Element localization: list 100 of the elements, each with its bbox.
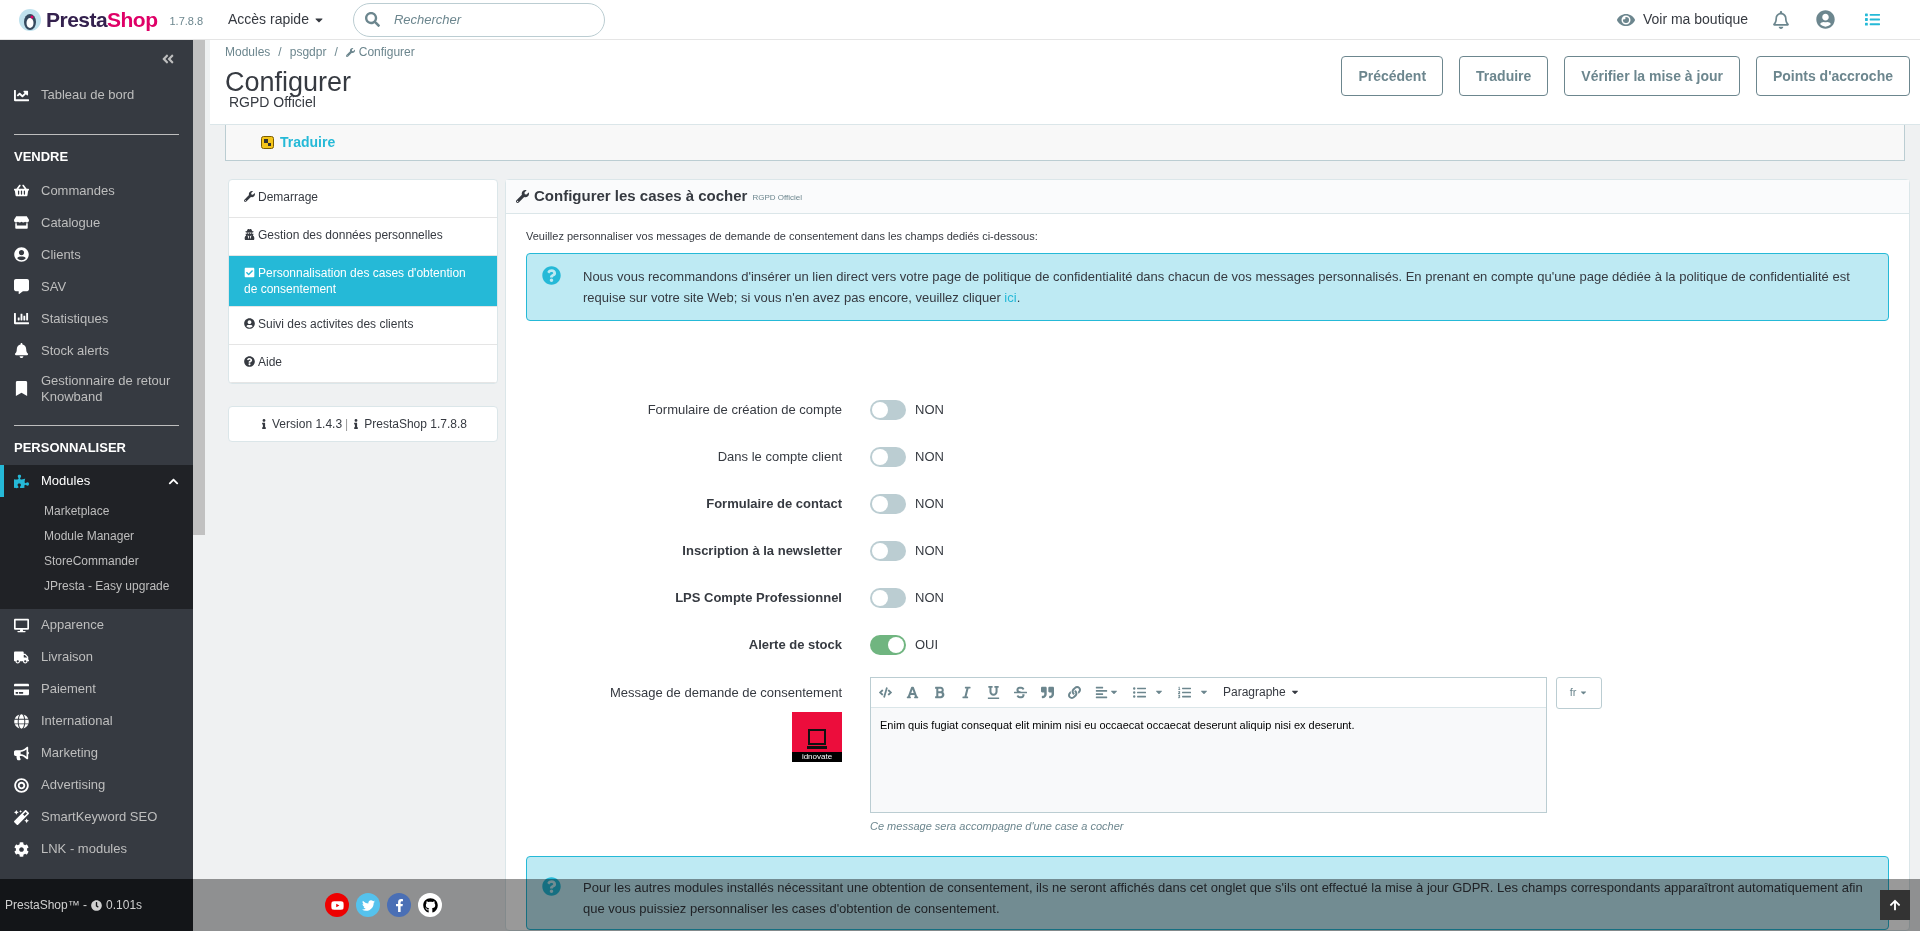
sidebar-item[interactable]: SAV — [0, 270, 193, 303]
toolbar-button[interactable]: Traduire — [1459, 56, 1549, 96]
sidebar-item[interactable]: Clients — [0, 238, 193, 271]
sidebar-item[interactable]: Apparence — [0, 609, 193, 641]
quick-access-menu[interactable]: Accès rapide — [228, 9, 325, 30]
breadcrumb-link[interactable]: Configurer — [345, 43, 415, 61]
bell-icon — [14, 343, 29, 358]
megaphone-icon — [14, 745, 29, 761]
module-tab[interactable]: Demarrage — [229, 180, 497, 218]
module-tab[interactable]: Suivi des activites des clients — [229, 307, 497, 345]
toggle-switch[interactable] — [870, 446, 906, 467]
wrench-icon — [516, 190, 529, 203]
twitter-icon[interactable] — [356, 893, 380, 917]
toggle-value: NON — [915, 541, 944, 560]
basket-icon — [14, 183, 29, 198]
toggle-value: NON — [915, 494, 944, 513]
sidebar-item[interactable]: Tableau de bord — [0, 70, 193, 120]
text-color-icon[interactable] — [906, 685, 919, 699]
chart-icon — [14, 311, 29, 326]
field-label: Formulaire de contact — [705, 494, 843, 513]
quote-icon[interactable] — [1041, 685, 1054, 699]
back-to-top-button[interactable] — [1880, 890, 1910, 920]
toggle-switch[interactable] — [870, 493, 906, 514]
submenu-item[interactable]: Marketplace — [44, 499, 193, 524]
account-icon[interactable] — [1816, 10, 1835, 29]
submenu-item[interactable]: Module Manager — [44, 524, 193, 549]
logo-caption: idnovate — [792, 752, 842, 762]
module-tab[interactable]: Aide — [229, 345, 497, 383]
toggle-switch[interactable] — [870, 587, 906, 608]
help-icon — [244, 356, 255, 367]
bold-icon[interactable] — [933, 685, 946, 699]
scrollbar-thumb[interactable] — [193, 40, 205, 535]
toggle-switch[interactable] — [870, 399, 906, 420]
github-icon[interactable] — [418, 893, 442, 917]
editor-text: Enim quis fugiat consequat elit minim nisi eu occaecat occaecat deserunt aliquip nisi ex deserunt. — [880, 717, 1356, 733]
sidebar-item[interactable]: International — [0, 705, 193, 737]
bookmark-icon — [14, 381, 29, 396]
store-icon — [14, 215, 29, 230]
wrench-icon — [244, 191, 255, 202]
checkbox-icon — [244, 267, 255, 278]
toolbar-button[interactable]: Vérifier la mise à jour — [1564, 56, 1740, 96]
menu-icon[interactable] — [1865, 12, 1880, 27]
facebook-icon[interactable] — [387, 893, 411, 917]
collapse-icon[interactable] — [161, 52, 175, 66]
sidebar-item[interactable]: Livraison — [0, 641, 193, 673]
globe-icon — [14, 713, 29, 729]
laptop-icon — [804, 726, 830, 752]
view-shop-link[interactable]: Voir ma boutique — [1642, 9, 1748, 30]
user-icon — [244, 318, 255, 329]
numbered-list-icon[interactable] — [1178, 685, 1191, 699]
toolbar-button[interactable]: Précédent — [1341, 56, 1444, 96]
search-icon — [364, 12, 380, 27]
sidebar-item[interactable]: Stock alerts — [0, 334, 193, 367]
toggle-value: NON — [915, 400, 944, 419]
link-icon[interactable] — [1068, 685, 1081, 699]
toggle-switch[interactable] — [870, 540, 906, 561]
toolbar-button[interactable]: Points d'accroche — [1755, 56, 1910, 96]
align-left-icon[interactable] — [1095, 685, 1108, 699]
rich-text-editor[interactable]: Paragraphe Enim quis fugiat consequat elit minim nisi eu occaecat occaecat deserunt aliquip nisi ex deserunt. — [870, 676, 1547, 813]
puzzle-icon — [14, 473, 29, 489]
sidebar-item[interactable]: Gestionnaire de retour Knowband — [0, 366, 193, 411]
field-label: Alerte de stock — [747, 635, 843, 654]
sidebar-item[interactable]: Advertising — [0, 769, 193, 801]
sidebar-item[interactable]: SmartKeyword SEO — [0, 801, 193, 833]
format-dropdown[interactable]: Paragraphe — [1223, 683, 1300, 701]
bullet-list-icon[interactable] — [1133, 685, 1146, 699]
page-title: Configurer — [225, 67, 353, 97]
youtube-icon[interactable] — [325, 893, 349, 917]
field-label: LPS Compte Professionnel — [674, 588, 843, 607]
breadcrumb-separator: / — [334, 44, 338, 61]
notifications-icon[interactable] — [1772, 10, 1790, 29]
language-dropdown[interactable]: fr — [1556, 676, 1602, 709]
code-icon[interactable] — [879, 685, 892, 699]
strikethrough-icon[interactable] — [1014, 685, 1027, 699]
underline-icon[interactable] — [987, 685, 1000, 699]
breadcrumb-link[interactable]: Modules — [225, 43, 271, 61]
field-label: Dans le compte client — [716, 447, 843, 466]
help-text: Ce message sera accompagne d'une case a cocher — [870, 818, 1125, 834]
logo-text: PrestaShop — [46, 6, 158, 33]
search-field[interactable]: Rechercher — [352, 2, 605, 37]
intro-text: Veuillez personnaliser vos messages de demande de consentement dans les champs dediés ci-dessous: — [526, 229, 1039, 244]
italic-icon[interactable] — [960, 685, 973, 699]
submenu-item[interactable]: StoreCommander — [44, 549, 193, 574]
truck-icon — [14, 649, 29, 665]
shop-version: PrestaShop 1.7.8.8 — [364, 416, 467, 433]
sidebar-item[interactable]: Marketing — [0, 737, 193, 769]
submenu-item[interactable]: JPresta - Easy upgrade — [44, 574, 193, 599]
sidebar-item[interactable]: Catalogue — [0, 206, 193, 239]
sidebar-item[interactable]: Statistiques — [0, 302, 193, 335]
sidebar-item[interactable]: Paiement — [0, 673, 193, 705]
monitor-icon — [14, 617, 29, 633]
sidebar-item[interactable]: Commandes — [0, 174, 193, 207]
field-label: Message de demande de consentement — [610, 683, 842, 702]
version-label: 1.7.8.8 — [169, 14, 204, 30]
panel-subtitle: RGPD Officiel — [752, 192, 803, 204]
toggle-switch[interactable] — [870, 634, 906, 655]
breadcrumb-separator: / — [278, 44, 282, 61]
sidebar-item[interactable]: LNK - modules — [0, 833, 193, 865]
penguin-logo-icon — [18, 7, 42, 32]
breadcrumb-link[interactable]: psgdpr — [289, 43, 327, 61]
